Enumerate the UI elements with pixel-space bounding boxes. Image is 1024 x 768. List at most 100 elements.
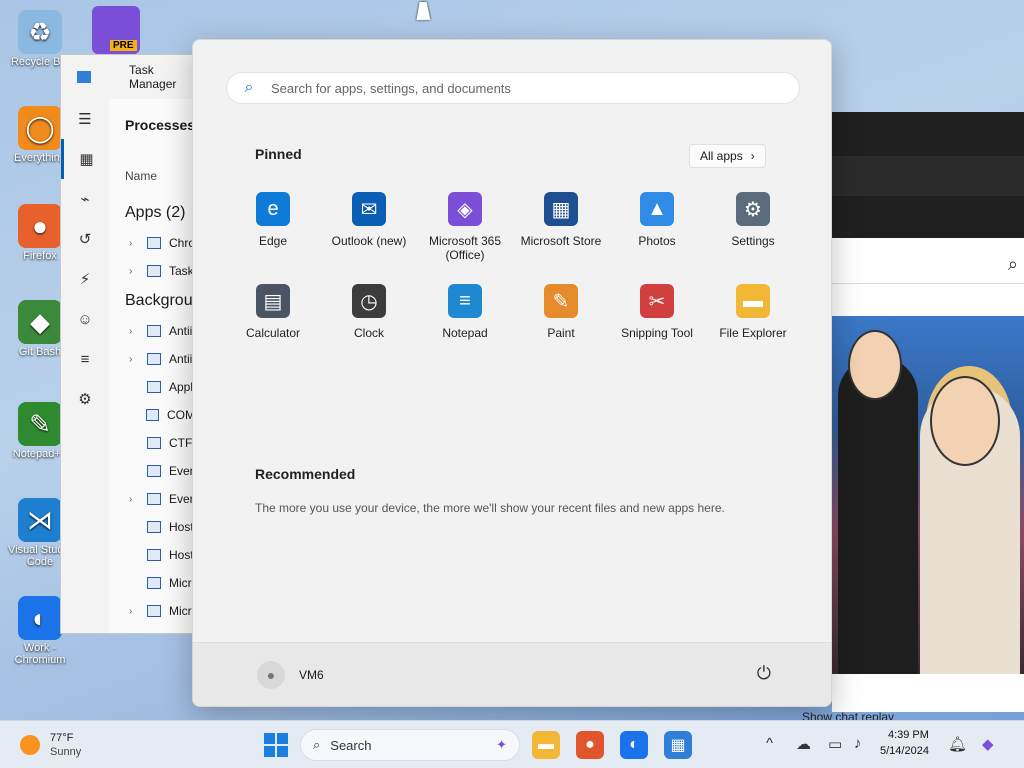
search-icon[interactable]: ⌕	[1008, 254, 1018, 275]
taskbar: 77°F Sunny ⌕ Search ✦ ▬ ● ◐ ▦ ^ ☁ ▭ ♪ 4:39 …	[0, 720, 1024, 768]
start-footer: ● VM6 ⏻	[193, 642, 831, 706]
details-nav-icon[interactable]: ≡	[61, 339, 109, 379]
taskbar-file-explorer-icon[interactable]: ▬	[532, 731, 560, 759]
processes-nav-icon[interactable]: ▦	[61, 139, 109, 179]
process-row[interactable]: Ever	[109, 457, 195, 485]
start-search-box[interactable]: ⌕	[226, 72, 800, 104]
windows-logo-tile	[277, 746, 288, 757]
process-icon	[147, 325, 161, 337]
pinned-app-paint[interactable]: ✎ Paint	[513, 280, 609, 360]
process-icon	[147, 605, 161, 617]
cartoon-man-head	[848, 330, 902, 400]
pinned-app-photos[interactable]: ▲ Photos	[609, 188, 705, 268]
background-group-header: Background	[125, 292, 195, 309]
process-row[interactable]: › Antii	[109, 317, 195, 345]
sun-icon	[20, 735, 40, 755]
chevron-right-icon[interactable]: ›	[129, 606, 139, 617]
task-manager-main: Processes Name Apps (2) › Chro › Task Backg…	[109, 99, 195, 633]
dark-toolbar	[832, 156, 1024, 196]
chevron-right-icon[interactable]: ›	[129, 354, 139, 365]
process-row[interactable]: › Task	[109, 257, 195, 285]
onedrive-icon[interactable]: ☁	[796, 735, 811, 753]
chevron-up-icon[interactable]: ^	[766, 735, 773, 752]
cartoon-woman-head	[930, 376, 1000, 466]
performance-nav-icon[interactable]: ⌁	[61, 179, 109, 219]
pinned-heading: Pinned	[255, 146, 302, 162]
start-search-input[interactable]	[271, 80, 771, 96]
recommended-heading: Recommended	[255, 466, 356, 482]
pinned-app-notepad[interactable]: ≡ Notepad	[417, 280, 513, 360]
vscode-icon: ⋊	[18, 498, 62, 542]
recommended-empty-text: The more you use your device, the more w…	[255, 501, 725, 515]
taskbar-search-box[interactable]: ⌕ Search ✦	[300, 729, 520, 761]
outlook-icon: ✉	[352, 192, 386, 226]
network-icon[interactable]: ▭	[828, 735, 842, 753]
weather-temp: 77°F	[50, 732, 74, 744]
chevron-right-icon[interactable]: ›	[129, 238, 139, 249]
pinned-app-edge[interactable]: e Edge	[225, 188, 321, 268]
process-row[interactable]: Host	[109, 513, 195, 541]
startup-apps-nav-icon[interactable]: ⚡	[61, 259, 109, 299]
chevron-right-icon[interactable]: ›	[129, 266, 139, 277]
start-button[interactable]	[264, 733, 288, 757]
process-row[interactable]: › Chro	[109, 229, 195, 257]
all-apps-button[interactable]: All apps ›	[689, 144, 766, 168]
process-row[interactable]: COM	[109, 401, 195, 429]
process-row[interactable]: Host	[109, 541, 195, 569]
taskbar-firefox-icon[interactable]: ●	[576, 731, 604, 759]
process-name: Task	[169, 264, 194, 278]
name-column-header[interactable]: Name	[109, 169, 195, 197]
chevron-right-icon[interactable]: ›	[129, 326, 139, 337]
video-frame-image	[832, 316, 1024, 674]
process-row[interactable]: Appl	[109, 373, 195, 401]
process-name: Micr	[169, 604, 192, 618]
notification-bell-icon[interactable]: 🔔︎	[948, 735, 967, 753]
pinned-app-clock[interactable]: ◷ Clock	[321, 280, 417, 360]
browser-search-bar[interactable]: ⌕	[832, 248, 1024, 284]
pinned-app-settings-gear[interactable]: ⚙ Settings	[705, 188, 801, 268]
clock-date: 5/14/2024	[880, 745, 929, 757]
process-row[interactable]: Micr	[109, 569, 195, 597]
user-account-button[interactable]: ● VM6	[257, 661, 324, 689]
process-row[interactable]: › Ever	[109, 485, 195, 513]
pinned-app-store[interactable]: ▦ Microsoft Store	[513, 188, 609, 268]
process-row[interactable]: CTF	[109, 429, 195, 457]
pinned-app-calculator[interactable]: ▤ Calculator	[225, 280, 321, 360]
visual-studio-preview-icon[interactable]: PRE	[92, 6, 140, 54]
user-name: VM6	[299, 668, 324, 682]
everything-icon: ◯	[18, 106, 62, 150]
taskbar-task-manager-icon[interactable]: ▦	[664, 731, 692, 759]
pinned-app-snipping-tool[interactable]: ✂ Snipping Tool	[609, 280, 705, 360]
app-history-nav-icon[interactable]: ↺	[61, 219, 109, 259]
power-icon[interactable]: ⏻	[757, 663, 771, 684]
chevron-right-icon[interactable]: ›	[129, 494, 139, 505]
process-icon	[147, 353, 161, 365]
pinned-app-label: Calculator	[245, 326, 301, 340]
pinned-app-label: Microsoft Store	[520, 234, 602, 248]
weather-widget[interactable]: 77°F Sunny	[20, 731, 81, 759]
taskbar-chromium-icon[interactable]: ◐	[620, 731, 648, 759]
search-highlight-icon: ✦	[496, 737, 507, 752]
snipping-tool-icon: ✂	[640, 284, 674, 318]
search-icon: ⌕	[244, 79, 254, 96]
pinned-app-label: Settings	[731, 234, 775, 248]
process-name: Ever	[169, 492, 194, 506]
pinned-app-label: Clock	[353, 326, 384, 340]
pinned-app-file-explorer[interactable]: ▬ File Explorer	[705, 280, 801, 360]
process-icon	[147, 549, 161, 561]
volume-icon[interactable]: ♪	[854, 735, 862, 752]
copilot-icon[interactable]: ◆	[982, 735, 994, 753]
process-row[interactable]: › Micr	[109, 597, 195, 625]
services-nav-icon[interactable]: ⚙	[61, 379, 109, 419]
pinned-app-m365[interactable]: ◈ Microsoft 365 (Office)	[417, 188, 513, 268]
hamburger-menu-icon[interactable]: ☰	[61, 99, 109, 139]
task-manager-window[interactable]: Task Manager ☰ ▦ ⌁ ↺ ⚡ ☺ ≡ ⚙ ⚙ Processes…	[60, 54, 196, 634]
process-row[interactable]: › Antii	[109, 345, 195, 373]
all-apps-label: All apps	[700, 149, 743, 163]
clock[interactable]: 4:39 PM 5/14/2024	[880, 727, 929, 759]
users-nav-icon[interactable]: ☺	[61, 299, 109, 339]
pinned-app-outlook[interactable]: ✉ Outlook (new)	[321, 188, 417, 268]
search-icon: ⌕	[313, 737, 321, 752]
pinned-app-label: Notepad	[442, 326, 488, 340]
task-manager-titlebar[interactable]: Task Manager	[61, 55, 195, 99]
